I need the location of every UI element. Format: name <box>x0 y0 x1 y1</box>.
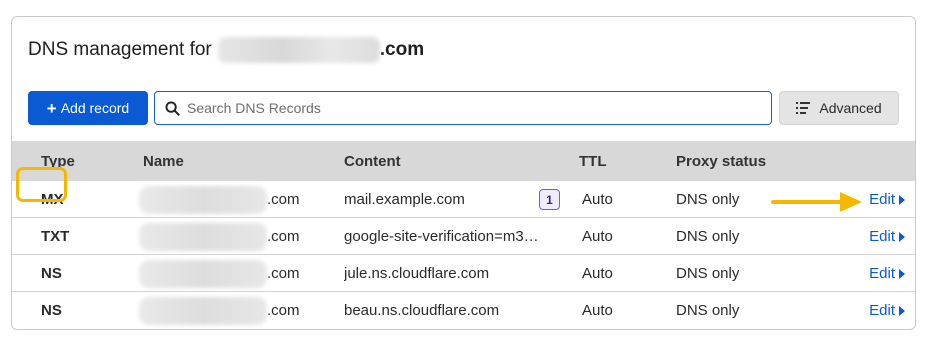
record-proxy-status: DNS only <box>676 302 740 319</box>
record-proxy-status: DNS only <box>676 191 740 208</box>
record-type: NS <box>41 302 62 319</box>
edit-label: Edit <box>869 265 895 282</box>
table-row[interactable]: NS .com beau.ns.cloudflare.com Auto DNS … <box>12 292 915 329</box>
header-content[interactable]: Content <box>344 141 401 181</box>
caret-right-icon <box>899 194 905 205</box>
redacted-name <box>139 222 267 251</box>
edit-label: Edit <box>869 191 895 208</box>
search-icon <box>165 100 180 116</box>
record-proxy-status: DNS only <box>676 228 740 245</box>
record-type: NS <box>41 265 62 282</box>
add-record-button[interactable]: + Add record <box>28 91 148 125</box>
page-title: DNS management for .com <box>28 37 424 63</box>
record-content: mail.example.com <box>344 181 465 218</box>
record-content-text: mail.example.com <box>344 191 465 208</box>
header-proxy-status[interactable]: Proxy status <box>676 141 766 181</box>
record-name: .com <box>139 255 300 292</box>
table-row[interactable]: NS .com jule.ns.cloudflare.com Auto DNS … <box>12 255 915 292</box>
record-name-suffix: .com <box>267 265 300 282</box>
edit-link[interactable]: Edit <box>869 181 905 218</box>
record-content-text: google-site-verification=m3… <box>344 228 539 245</box>
record-ttl: Auto <box>582 265 613 282</box>
add-record-label: Add record <box>60 100 130 116</box>
record-name-suffix: .com <box>267 191 300 208</box>
record-name: .com <box>139 218 300 255</box>
record-ttl: Auto <box>582 228 613 245</box>
redacted-name <box>139 296 267 325</box>
record-name: .com <box>139 292 300 329</box>
edit-link[interactable]: Edit <box>869 255 905 292</box>
redacted-name <box>139 185 267 214</box>
record-content-text: beau.ns.cloudflare.com <box>344 302 500 319</box>
priority-badge: 1 <box>539 189 560 210</box>
record-type: MX <box>41 191 64 208</box>
table-header: Type Name Content TTL Proxy status <box>12 141 915 181</box>
table-row[interactable]: MX .com mail.example.com 1 Auto DNS only… <box>12 181 915 218</box>
redacted-domain <box>217 37 380 63</box>
edit-label: Edit <box>869 302 895 319</box>
record-name-suffix: .com <box>267 302 300 319</box>
record-content: beau.ns.cloudflare.com <box>344 292 499 329</box>
advanced-button[interactable]: Advanced <box>779 91 899 125</box>
title-domain-suffix: .com <box>379 39 425 60</box>
edit-label: Edit <box>869 228 895 245</box>
list-filter-icon <box>796 102 811 114</box>
search-box[interactable] <box>154 91 772 125</box>
record-name-suffix: .com <box>267 228 300 245</box>
caret-right-icon <box>899 268 905 279</box>
record-content-text: jule.ns.cloudflare.com <box>344 265 490 282</box>
record-name: .com <box>139 181 300 218</box>
record-proxy-status: DNS only <box>676 265 740 282</box>
record-type: TXT <box>41 228 70 245</box>
title-prefix: DNS management for <box>28 39 212 60</box>
advanced-label: Advanced <box>819 100 882 116</box>
redacted-name <box>139 259 267 288</box>
caret-right-icon <box>899 305 905 316</box>
caret-right-icon <box>899 231 905 242</box>
edit-link[interactable]: Edit <box>869 292 905 329</box>
record-ttl: Auto <box>582 191 613 208</box>
record-ttl: Auto <box>582 302 613 319</box>
header-ttl[interactable]: TTL <box>579 141 607 181</box>
record-content: jule.ns.cloudflare.com <box>344 255 489 292</box>
plus-icon: + <box>46 98 57 118</box>
table-row[interactable]: TXT .com google-site-verification=m3… Au… <box>12 218 915 255</box>
header-type[interactable]: Type <box>41 141 75 181</box>
search-input[interactable] <box>187 100 747 116</box>
toolbar: + Add record Advanced <box>28 91 901 125</box>
dns-management-card: DNS management for .com + Add record Adv… <box>11 16 916 330</box>
edit-link[interactable]: Edit <box>869 218 905 255</box>
header-name[interactable]: Name <box>143 141 184 181</box>
record-content: google-site-verification=m3… <box>344 218 539 255</box>
dns-records-table: Type Name Content TTL Proxy status MX .c… <box>12 141 915 329</box>
